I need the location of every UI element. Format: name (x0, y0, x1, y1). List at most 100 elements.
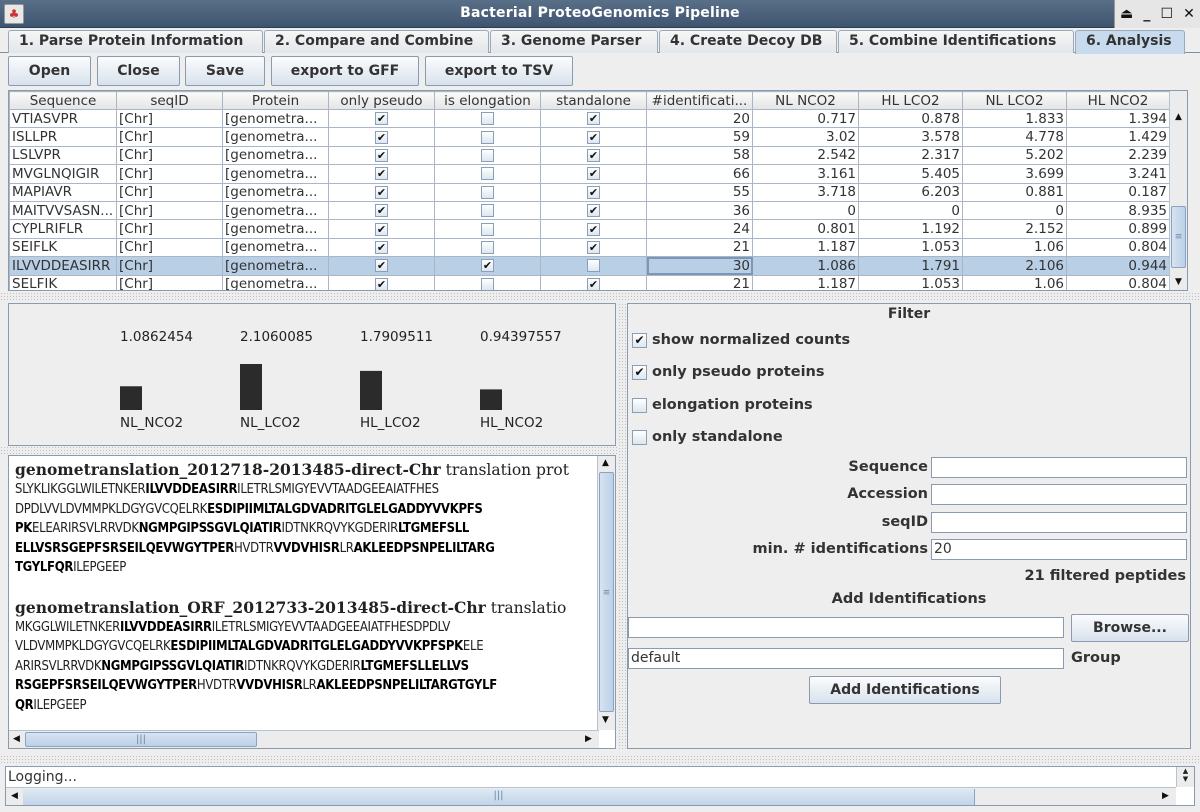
scroll-down-arrow-icon[interactable]: ▼ (1170, 274, 1187, 290)
column-header-hl-nco2[interactable]: HL NCO2 (1066, 91, 1170, 110)
cell-is-elongation[interactable] (434, 164, 541, 184)
tab-analysis[interactable]: 6. Analysis (1075, 30, 1185, 54)
identification-file-input[interactable] (628, 617, 1064, 638)
cell-sequence[interactable]: ILVVDDEASIRR (9, 256, 117, 276)
cell-protein[interactable]: [genometra... (222, 237, 329, 258)
checkbox-icon[interactable]: ✔ (632, 364, 647, 380)
cell-hl-nco2[interactable]: 1.429 (1066, 127, 1170, 147)
cell-protein[interactable]: [genometra... (222, 200, 329, 221)
cell-nl-nco2[interactable]: 1.187 (752, 274, 859, 290)
checkbox-icon[interactable]: ✔ (587, 222, 600, 236)
cell-identifications[interactable]: 59 (646, 127, 753, 147)
cell-nl-lco2[interactable]: 0.881 (962, 182, 1067, 202)
cell-hl-lco2[interactable]: 5.405 (858, 164, 963, 184)
table-vertical-scrollbar[interactable]: ▲ ≡ ▼ (1169, 91, 1187, 290)
cell-is-elongation[interactable] (434, 127, 541, 147)
cell-hl-lco2[interactable]: 0.878 (858, 108, 963, 129)
column-header-hl-lco2[interactable]: HL LCO2 (858, 91, 963, 110)
save-button[interactable]: Save (185, 56, 265, 86)
table-row[interactable]: MAITVVSASN... [Chr] [genometra... ✔ ✔ 36 0 0 0 8.… (9, 200, 1170, 221)
cell-hl-nco2[interactable]: 0.187 (1066, 182, 1170, 202)
cell-nl-lco2[interactable]: 1.06 (962, 274, 1067, 290)
scroll-up-arrow-icon[interactable]: ▲ (1177, 767, 1194, 775)
minimize-icon[interactable]: _ (1143, 6, 1150, 22)
checkbox-icon[interactable] (481, 240, 494, 254)
log-horizontal-scrollbar[interactable]: ◀ ||| ▶ (6, 787, 1176, 805)
cell-protein[interactable]: [genometra... (222, 219, 329, 239)
cell-identifications[interactable]: 58 (646, 145, 753, 166)
table-row[interactable]: ILVVDDEASIRR [Chr] [genometra... ✔ ✔ 30 1.086 1… (9, 256, 1170, 276)
cell-nl-lco2[interactable]: 3.699 (962, 164, 1067, 184)
scroll-right-arrow-icon[interactable]: ▶ (1162, 791, 1169, 801)
cell-seqid[interactable]: [Chr] (116, 182, 223, 202)
cell-sequence[interactable]: MVGLNQIGIR (9, 164, 117, 184)
cell-seqid[interactable]: [Chr] (116, 200, 223, 221)
table-row[interactable]: SELFIK [Chr] [genometra... ✔ ✔ 21 1.187 1.053 1.… (9, 274, 1170, 290)
table-row[interactable]: MVGLNQIGIR [Chr] [genometra... ✔ ✔ 66 3.161 5.4… (9, 164, 1170, 184)
log-split-divider[interactable] (0, 755, 1200, 765)
elongation-proteins-checkbox[interactable]: elongation proteins (632, 397, 813, 413)
cell-seqid[interactable]: [Chr] (116, 145, 223, 166)
checkbox-icon[interactable] (587, 259, 600, 273)
cell-nl-nco2[interactable]: 3.02 (752, 127, 859, 147)
cell-is-elongation[interactable] (434, 182, 541, 202)
cell-standalone[interactable]: ✔ (540, 182, 647, 202)
cell-standalone[interactable]: ✔ (540, 200, 647, 221)
scroll-up-arrow-icon[interactable]: ▲ (1170, 109, 1187, 125)
cell-seqid[interactable]: [Chr] (116, 274, 223, 290)
scroll-right-arrow-icon[interactable]: ▶ (585, 734, 592, 744)
checkbox-icon[interactable]: ✔ (375, 148, 388, 162)
cell-identifications[interactable]: 36 (646, 200, 753, 221)
cell-hl-lco2[interactable]: 2.317 (858, 145, 963, 166)
cell-standalone[interactable] (540, 256, 647, 276)
scroll-left-arrow-icon[interactable]: ◀ (13, 734, 20, 744)
checkbox-icon[interactable]: ✔ (587, 240, 600, 254)
sequence-filter-input[interactable] (931, 457, 1187, 478)
column-header-sequence[interactable]: Sequence (9, 91, 117, 110)
cell-nl-nco2[interactable]: 0.717 (752, 108, 859, 129)
cell-seqid[interactable]: [Chr] (116, 108, 223, 129)
table-row[interactable]: MAPIAVR [Chr] [genometra... ✔ ✔ 55 3.718 6.203 0… (9, 182, 1170, 202)
cell-only-pseudo[interactable]: ✔ (328, 237, 435, 258)
cell-nl-lco2[interactable]: 1.833 (962, 108, 1067, 129)
cell-only-pseudo[interactable]: ✔ (328, 219, 435, 239)
scroll-up-arrow-icon[interactable]: ▲ (602, 458, 609, 468)
cell-sequence[interactable]: MAITVVSASN... (9, 200, 117, 221)
tab-parse-protein-information[interactable]: 1. Parse Protein Information (8, 30, 263, 53)
column-header-only-pseudo[interactable]: only pseudo (328, 91, 435, 110)
cell-is-elongation[interactable] (434, 200, 541, 221)
cell-sequence[interactable]: MAPIAVR (9, 182, 117, 202)
checkbox-icon[interactable] (481, 204, 494, 218)
table-row[interactable]: SEIFLK [Chr] [genometra... ✔ ✔ 21 1.187 1.053 1.… (9, 237, 1170, 258)
cell-nl-nco2[interactable]: 0 (752, 200, 859, 221)
eject-icon[interactable]: ⏏ (1120, 6, 1133, 22)
cell-hl-nco2[interactable]: 3.241 (1066, 164, 1170, 184)
cell-hl-nco2[interactable]: 0.804 (1066, 237, 1170, 258)
cell-is-elongation[interactable] (434, 237, 541, 258)
cell-hl-lco2[interactable]: 1.053 (858, 274, 963, 290)
checkbox-icon[interactable] (481, 277, 494, 290)
column-header-seqid[interactable]: seqID (116, 91, 223, 110)
log-hscroll-thumb[interactable]: ||| (23, 789, 975, 805)
checkbox-icon[interactable] (481, 222, 494, 236)
column-header-identifications[interactable]: #identificati... (646, 91, 753, 110)
checkbox-icon[interactable]: ✔ (375, 240, 388, 254)
cell-protein[interactable]: [genometra... (222, 164, 329, 184)
table-row[interactable]: CYPLRIFLR [Chr] [genometra... ✔ ✔ 24 0.801 1.19… (9, 219, 1170, 239)
cell-only-pseudo[interactable]: ✔ (328, 256, 435, 276)
cell-protein[interactable]: [genometra... (222, 127, 329, 147)
sequence-hscroll-thumb[interactable]: ||| (25, 732, 257, 747)
cell-hl-nco2[interactable]: 8.935 (1066, 200, 1170, 221)
cell-sequence[interactable]: ISLLPR (9, 127, 117, 147)
checkbox-icon[interactable]: ✔ (481, 259, 494, 273)
cell-is-elongation[interactable] (434, 145, 541, 166)
scroll-down-arrow-icon[interactable]: ▼ (1177, 775, 1194, 783)
cell-nl-nco2[interactable]: 1.086 (752, 256, 859, 276)
table-row[interactable]: VTIASVPR [Chr] [genometra... ✔ ✔ 20 0.717 0.878… (9, 108, 1170, 129)
cell-identifications[interactable]: 30 (646, 256, 753, 276)
vertical-split-divider[interactable] (618, 303, 626, 749)
only-standalone-checkbox[interactable]: only standalone (632, 429, 783, 445)
cell-nl-nco2[interactable]: 3.718 (752, 182, 859, 202)
cell-standalone[interactable]: ✔ (540, 145, 647, 166)
seqid-filter-input[interactable] (931, 512, 1187, 533)
